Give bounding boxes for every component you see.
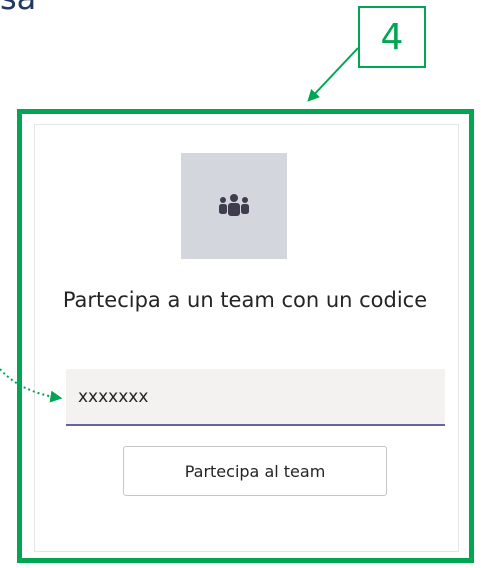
step-callout-arrow: [307, 47, 359, 102]
join-card-title: Partecipa a un team con un codice: [62, 288, 428, 312]
heading-fragment: sa: [0, 0, 36, 18]
team-tile: [181, 153, 287, 259]
join-team-button[interactable]: Partecipa al team: [123, 446, 387, 496]
teams-group-icon: [219, 194, 249, 216]
tutorial-screenshot: sa 4 Partecipa a un team con un codice P…: [0, 0, 481, 568]
step-number-callout: 4: [358, 6, 426, 68]
team-code-input[interactable]: [66, 369, 445, 426]
